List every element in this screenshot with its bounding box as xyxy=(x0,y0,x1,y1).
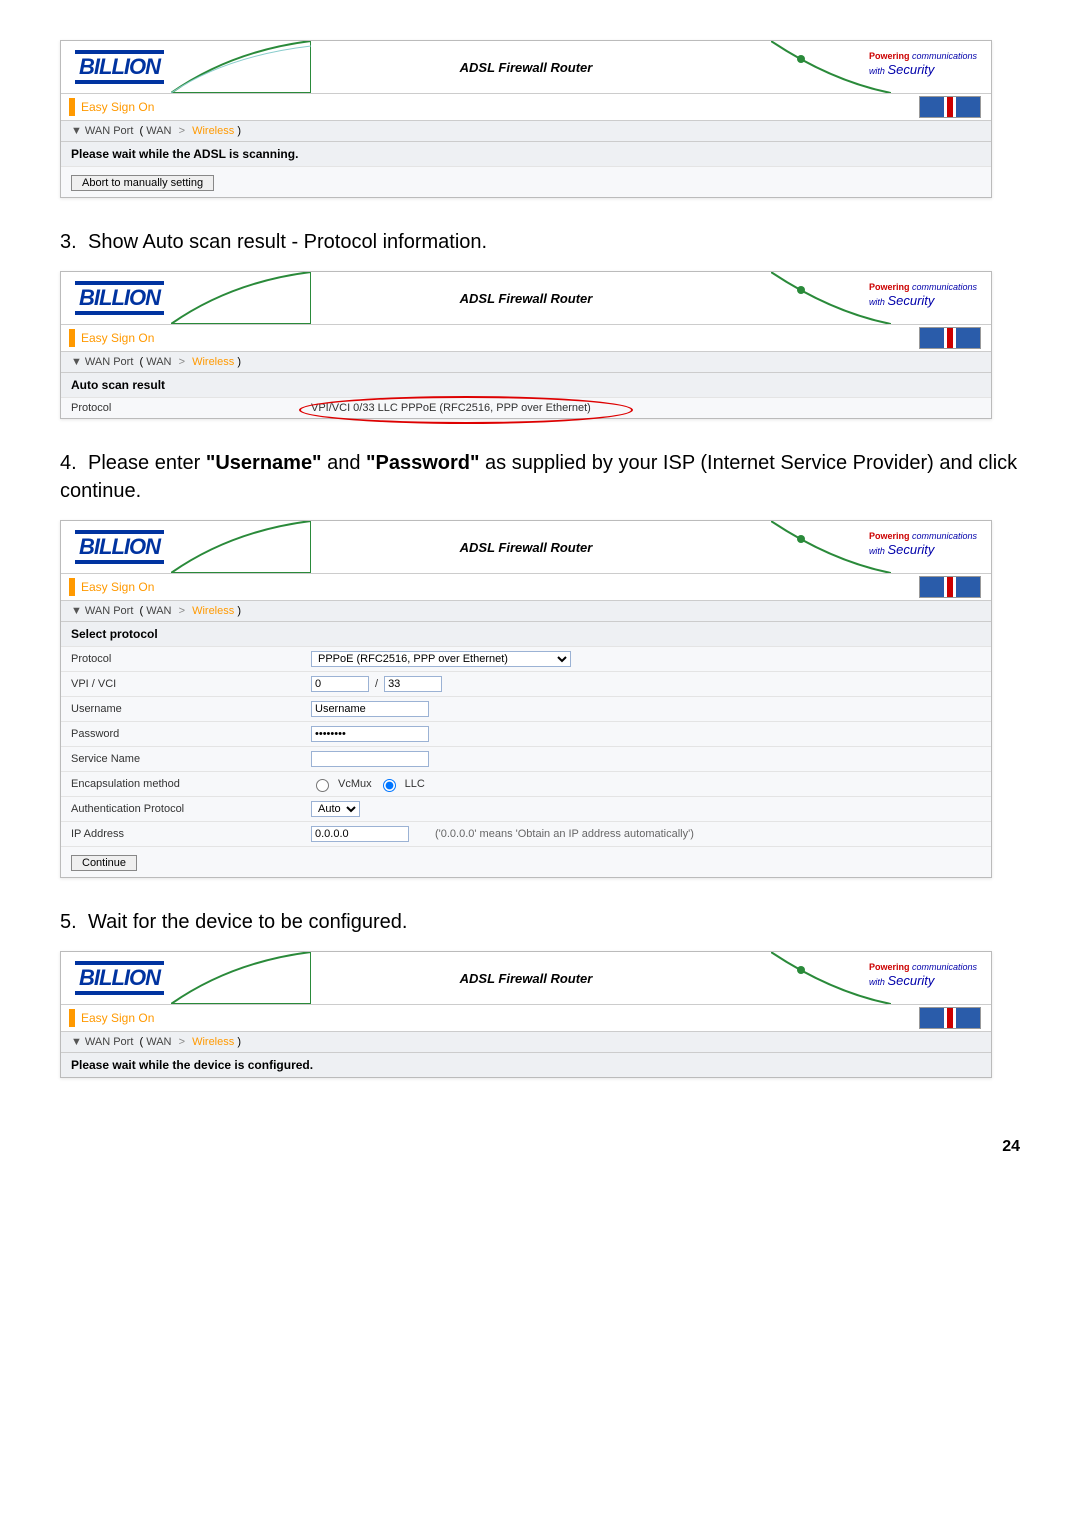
breadcrumb: ▼WAN Port ( WAN > Wireless ) xyxy=(61,351,991,372)
vcmux-radio[interactable] xyxy=(316,779,329,792)
subheader: Easy Sign On xyxy=(61,324,991,351)
router-header: BILLION ADSL Firewall Router Powering co… xyxy=(61,272,991,324)
flag-icon xyxy=(919,327,981,349)
subheader: Easy Sign On xyxy=(61,1004,991,1031)
subheader: Easy Sign On xyxy=(61,93,991,120)
protocol-select[interactable]: PPPoE (RFC2516, PPP over Ethernet) xyxy=(311,651,571,667)
scanning-banner: Please wait while the ADSL is scanning. xyxy=(61,141,991,166)
accent-bar xyxy=(69,329,75,347)
row-service-name: Service Name xyxy=(61,746,991,771)
button-row: Continue xyxy=(61,846,991,877)
flag-icon xyxy=(919,96,981,118)
service-name-input[interactable] xyxy=(311,751,429,767)
router-card-scan-result: BILLION ADSL Firewall Router Powering co… xyxy=(60,271,992,419)
router-card-scanning: BILLION ADSL Firewall Router Powering co… xyxy=(60,40,992,198)
swoosh-decoration xyxy=(171,272,311,324)
swoosh-decoration xyxy=(171,41,311,93)
ip-input[interactable] xyxy=(311,826,409,842)
brand-logo: BILLION xyxy=(75,281,164,315)
tagline: Powering communications with Security xyxy=(869,51,977,77)
router-card-select-protocol: BILLION ADSL Firewall Router Powering co… xyxy=(60,520,992,878)
step-4-text: 4.Please enter "Username" and "Password"… xyxy=(60,449,1020,505)
continue-button[interactable]: Continue xyxy=(71,855,137,871)
password-input[interactable] xyxy=(311,726,429,742)
swoosh-decoration xyxy=(171,952,311,1004)
auth-select[interactable]: Auto xyxy=(311,801,360,817)
llc-radio[interactable] xyxy=(383,779,396,792)
router-title: ADSL Firewall Router xyxy=(460,291,593,306)
protocol-label: Protocol xyxy=(71,402,311,414)
page-number: 24 xyxy=(60,1138,1020,1156)
breadcrumb-wireless[interactable]: Wireless xyxy=(192,125,234,137)
abort-button[interactable]: Abort to manually setting xyxy=(71,175,214,191)
router-header: BILLION ADSL Firewall Router Powering co… xyxy=(61,41,991,93)
router-header: BILLION ADSL Firewall Router Powering co… xyxy=(61,521,991,573)
breadcrumb-wireless[interactable]: Wireless xyxy=(192,1036,234,1048)
breadcrumb-wireless[interactable]: Wireless xyxy=(192,605,234,617)
router-title: ADSL Firewall Router xyxy=(460,540,593,555)
protocol-value: VPI/VCI 0/33 LLC PPPoE (RFC2516, PPP ove… xyxy=(311,402,591,414)
vpi-input[interactable] xyxy=(311,676,369,692)
brand-logo: BILLION xyxy=(75,50,164,84)
tagline: Powering communications with Security xyxy=(869,282,977,308)
breadcrumb: ▼WAN Port ( WAN > Wireless ) xyxy=(61,120,991,141)
accent-bar xyxy=(69,578,75,596)
username-input[interactable] xyxy=(311,701,429,717)
tagline: Powering communications with Security xyxy=(869,962,977,988)
breadcrumb: ▼WAN Port ( WAN > Wireless ) xyxy=(61,600,991,621)
flag-icon xyxy=(919,1007,981,1029)
brand-logo: BILLION xyxy=(75,961,164,995)
router-title: ADSL Firewall Router xyxy=(460,971,593,986)
subheader-text: Easy Sign On xyxy=(81,100,154,114)
breadcrumb-wireless[interactable]: Wireless xyxy=(192,356,234,368)
protocol-row: Protocol VPI/VCI 0/33 LLC PPPoE (RFC2516… xyxy=(61,397,991,418)
ip-hint: ('0.0.0.0' means 'Obtain an IP address a… xyxy=(435,828,694,840)
scan-result-banner: Auto scan result xyxy=(61,372,991,397)
router-header: BILLION ADSL Firewall Router Powering co… xyxy=(61,952,991,1004)
router-title: ADSL Firewall Router xyxy=(460,60,593,75)
row-encapsulation: Encapsulation method VcMux LLC xyxy=(61,771,991,796)
tagline: Powering communications with Security xyxy=(869,531,977,557)
accent-bar xyxy=(69,98,75,116)
row-ip: IP Address ('0.0.0.0' means 'Obtain an I… xyxy=(61,821,991,846)
step-5-text: 5.Wait for the device to be configured. xyxy=(60,908,1020,936)
row-username: Username xyxy=(61,696,991,721)
router-card-configuring: BILLION ADSL Firewall Router Powering co… xyxy=(60,951,992,1078)
row-vpi-vci: VPI / VCI / xyxy=(61,671,991,696)
select-protocol-banner: Select protocol xyxy=(61,621,991,646)
vci-input[interactable] xyxy=(384,676,442,692)
brand-logo: BILLION xyxy=(75,530,164,564)
row-protocol: Protocol PPPoE (RFC2516, PPP over Ethern… xyxy=(61,646,991,671)
breadcrumb: ▼WAN Port ( WAN > Wireless ) xyxy=(61,1031,991,1052)
accent-bar xyxy=(69,1009,75,1027)
swoosh-decoration xyxy=(171,521,311,573)
subheader: Easy Sign On xyxy=(61,573,991,600)
row-auth: Authentication Protocol Auto xyxy=(61,796,991,821)
configuring-banner: Please wait while the device is configur… xyxy=(61,1052,991,1077)
row-password: Password xyxy=(61,721,991,746)
flag-icon xyxy=(919,576,981,598)
button-row: Abort to manually setting xyxy=(61,166,991,197)
step-3-text: 3.Show Auto scan result - Protocol infor… xyxy=(60,228,1020,256)
